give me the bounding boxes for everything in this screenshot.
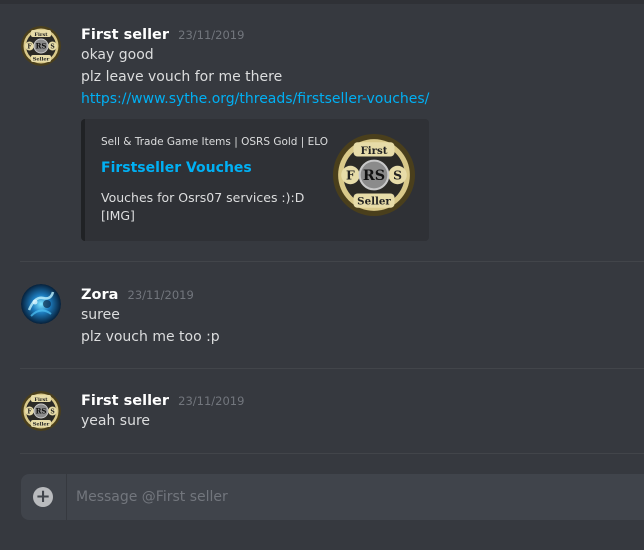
first-seller-logo: First Seller F S RS [21, 391, 61, 431]
svg-text:S: S [50, 408, 54, 415]
composer-divider [66, 474, 67, 520]
avatar[interactable]: First Seller F S RS [21, 26, 61, 66]
embed-title[interactable]: Firstseller Vouches [101, 160, 252, 176]
message-header: Zora 23/11/2019 [81, 284, 194, 303]
message-link[interactable]: https://www.sythe.org/threads/firstselle… [81, 91, 429, 107]
message-composer: + [21, 474, 644, 520]
message-text: suree [81, 307, 120, 323]
embed-provider: Sell & Trade Game Items | OSRS Gold | EL… [101, 136, 329, 148]
first-seller-logo: First Seller F S RS [21, 26, 61, 66]
message-divider [20, 368, 644, 369]
embed-description: Vouches for Osrs07 services :):D [101, 190, 305, 205]
embed-description: [IMG] [101, 208, 135, 223]
message-header: First seller 23/11/2019 [81, 24, 244, 43]
timestamp: 23/11/2019 [178, 28, 245, 42]
top-divider [0, 0, 644, 4]
svg-text:First: First [34, 32, 48, 38]
svg-text:Seller: Seller [357, 196, 391, 208]
svg-text:S: S [393, 168, 402, 183]
svg-text:F: F [27, 43, 32, 50]
zora-avatar-image [21, 284, 61, 324]
svg-text:RS: RS [363, 168, 385, 184]
embed-thumbnail[interactable]: First Seller F S RS [333, 134, 415, 216]
svg-text:Seller: Seller [33, 422, 50, 428]
message-divider [20, 453, 644, 454]
timestamp: 23/11/2019 [127, 288, 194, 302]
svg-text:F: F [27, 408, 32, 415]
svg-text:RS: RS [36, 407, 47, 416]
timestamp: 23/11/2019 [178, 394, 245, 408]
message-text: plz leave vouch for me there [81, 69, 283, 85]
message-text: yeah sure [81, 413, 151, 429]
message-header: First seller 23/11/2019 [81, 390, 244, 409]
message-input[interactable] [76, 474, 636, 520]
message-divider [20, 261, 644, 262]
message-text: plz vouch me too :p [81, 329, 220, 345]
svg-text:S: S [50, 43, 54, 50]
svg-text:Seller: Seller [33, 57, 50, 63]
author-name[interactable]: First seller [81, 393, 169, 409]
avatar[interactable] [21, 284, 61, 324]
svg-text:F: F [346, 168, 355, 183]
author-name[interactable]: First seller [81, 27, 169, 43]
link-embed: Sell & Trade Game Items | OSRS Gold | EL… [81, 119, 429, 241]
message-text: okay good [81, 47, 154, 63]
first-seller-logo: First Seller F S RS [333, 134, 415, 216]
svg-text:RS: RS [36, 42, 47, 51]
plus-icon[interactable]: + [33, 487, 53, 507]
author-name[interactable]: Zora [81, 287, 118, 303]
svg-text:First: First [360, 145, 387, 157]
svg-text:First: First [34, 397, 48, 403]
avatar[interactable]: First Seller F S RS [21, 391, 61, 431]
